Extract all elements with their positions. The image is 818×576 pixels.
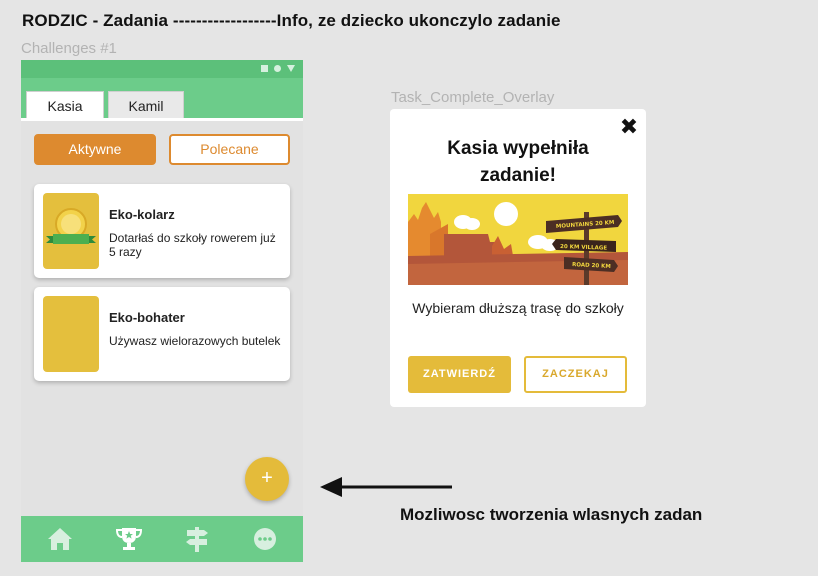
tab-divider	[21, 118, 303, 121]
challenge-card[interactable]: Eko-kolarz Dotarłaś do szkoły rowerem ju…	[34, 184, 290, 278]
close-icon[interactable]: ✖	[619, 116, 639, 138]
page-heading: RODZIC - Zadania ------------------Info,…	[22, 11, 561, 30]
overlay-title: Kasia wypełniła zadanie!	[447, 138, 589, 186]
challenge-card[interactable]: Eko-bohater Używasz wielorazowych butele…	[34, 287, 290, 381]
more-icon[interactable]	[250, 526, 280, 552]
challenge-thumbnail	[43, 296, 99, 372]
overlay-frame-label: Task_Complete_Overlay	[391, 89, 555, 106]
tab-kasia[interactable]: Kasia	[26, 91, 104, 120]
filter-recommended-button[interactable]: Polecane	[169, 134, 290, 165]
status-square-icon	[261, 65, 268, 72]
signpost-icon[interactable]	[182, 526, 212, 552]
annotation-text: Mozliwosc tworzenia wlasnych zadan	[400, 505, 703, 524]
challenge-description: Dotarłaś do szkoły rowerem już 5 razy	[109, 231, 276, 259]
route-illustration: MOUNTAINS 20 KM 20 KM VILLAGE ROAD 20 KM	[408, 194, 628, 285]
wait-button[interactable]: ZACZEKAJ	[524, 356, 627, 393]
tab-bar: Kasia Kamil	[21, 78, 303, 120]
challenge-title: Eko-kolarz	[109, 207, 175, 222]
trophy-icon[interactable]	[114, 526, 144, 552]
confirm-button[interactable]: ZATWIERDŹ	[408, 356, 511, 393]
frame-label: Challenges #1	[21, 40, 117, 57]
medal-icon	[46, 208, 96, 244]
status-bar	[21, 60, 303, 78]
challenge-title: Eko-bohater	[109, 310, 185, 325]
status-signal-icon	[287, 65, 295, 72]
status-dot-icon	[274, 65, 281, 72]
filter-active-button[interactable]: Aktywne	[34, 134, 156, 165]
add-challenge-button[interactable]: +	[245, 457, 289, 501]
challenge-description: Używasz wielorazowych butelek	[109, 334, 281, 348]
task-complete-overlay: ✖ Kasia wypełniła zadanie! MOUNTAINS 20 …	[390, 109, 646, 407]
annotation-arrow	[320, 477, 452, 497]
completed-task-text: Wybieram dłuższą trasę do szkoły	[412, 300, 624, 316]
home-icon[interactable]	[45, 526, 75, 552]
phone-screen: Kasia Kamil Aktywne Polecane Eko-kolarz …	[21, 60, 303, 562]
tab-kamil[interactable]: Kamil	[108, 91, 184, 120]
bottom-navigation	[21, 516, 303, 562]
challenge-thumbnail	[43, 193, 99, 269]
